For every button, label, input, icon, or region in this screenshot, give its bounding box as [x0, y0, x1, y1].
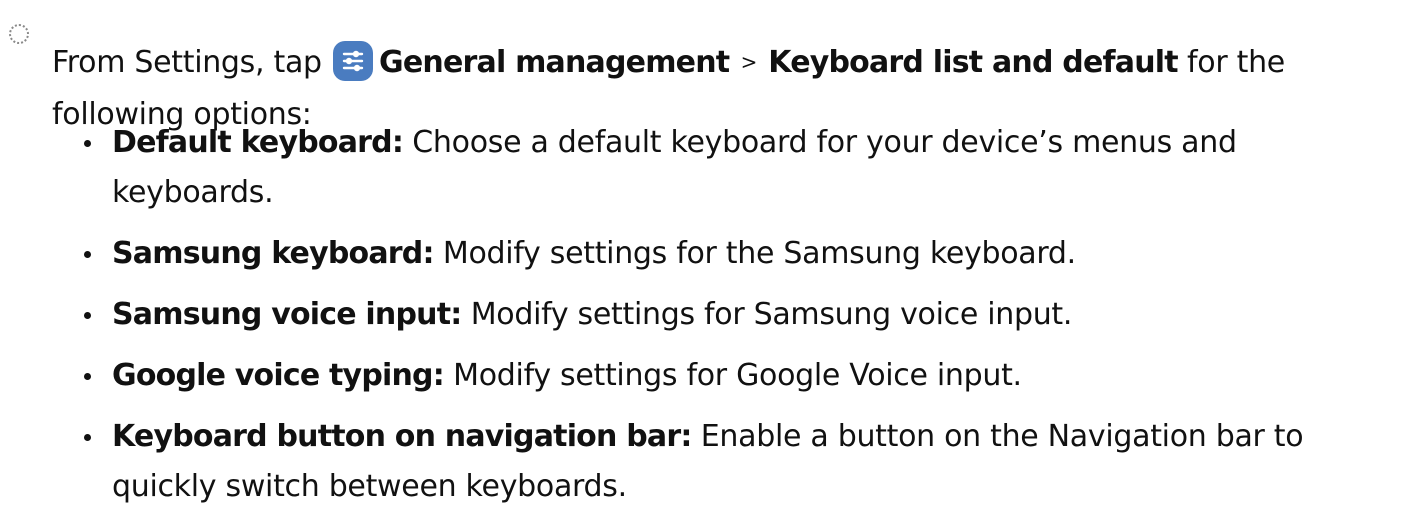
instruction-document: From Settings, tap General management > … — [0, 0, 1409, 509]
list-item-google-voice-typing: Google voice typing: Modify settings for… — [84, 351, 1394, 401]
bullet-icon — [84, 373, 91, 380]
option-term: Keyboard button on navigation bar — [112, 419, 681, 454]
settings-sliders-icon — [333, 41, 374, 81]
option-colon: : — [450, 297, 462, 332]
option-term: Default keyboard — [112, 125, 393, 160]
option-description: Modify settings for Samsung voice input. — [470, 297, 1073, 332]
option-colon: : — [391, 125, 404, 160]
option-description: Modify settings for the Samsung keyboard… — [442, 236, 1076, 271]
option-colon: : — [680, 419, 692, 454]
bullet-icon — [84, 312, 91, 319]
bullet-icon — [84, 251, 91, 258]
step-intro-text: From Settings, tap — [52, 45, 322, 80]
step-marker-icon — [9, 24, 29, 44]
bullet-icon — [84, 434, 91, 441]
sliders-glyph — [342, 50, 364, 72]
options-list: Default keyboard: Choose a default keybo… — [84, 118, 1394, 523]
option-term: Samsung voice input — [112, 297, 451, 332]
option-term: Samsung keyboard — [112, 236, 423, 271]
bullet-icon — [84, 140, 91, 147]
option-term: Google voice typing — [112, 358, 434, 393]
list-item-samsung-keyboard: Samsung keyboard: Modify settings for th… — [84, 229, 1394, 279]
option-description: Modify settings for Google Voice input. — [453, 358, 1022, 393]
option-colon: : — [422, 236, 434, 271]
menu-general-management: General management — [379, 45, 730, 80]
list-item-default-keyboard: Default keyboard: Choose a default keybo… — [84, 118, 1394, 218]
menu-keyboard-list-and-default: Keyboard list and default — [768, 45, 1178, 80]
option-colon: : — [432, 358, 445, 393]
list-item-keyboard-button-navigation-bar: Keyboard button on navigation bar: Enabl… — [84, 412, 1394, 512]
list-item-samsung-voice-input: Samsung voice input: Modify settings for… — [84, 290, 1394, 340]
breadcrumb-separator: > — [740, 50, 758, 74]
